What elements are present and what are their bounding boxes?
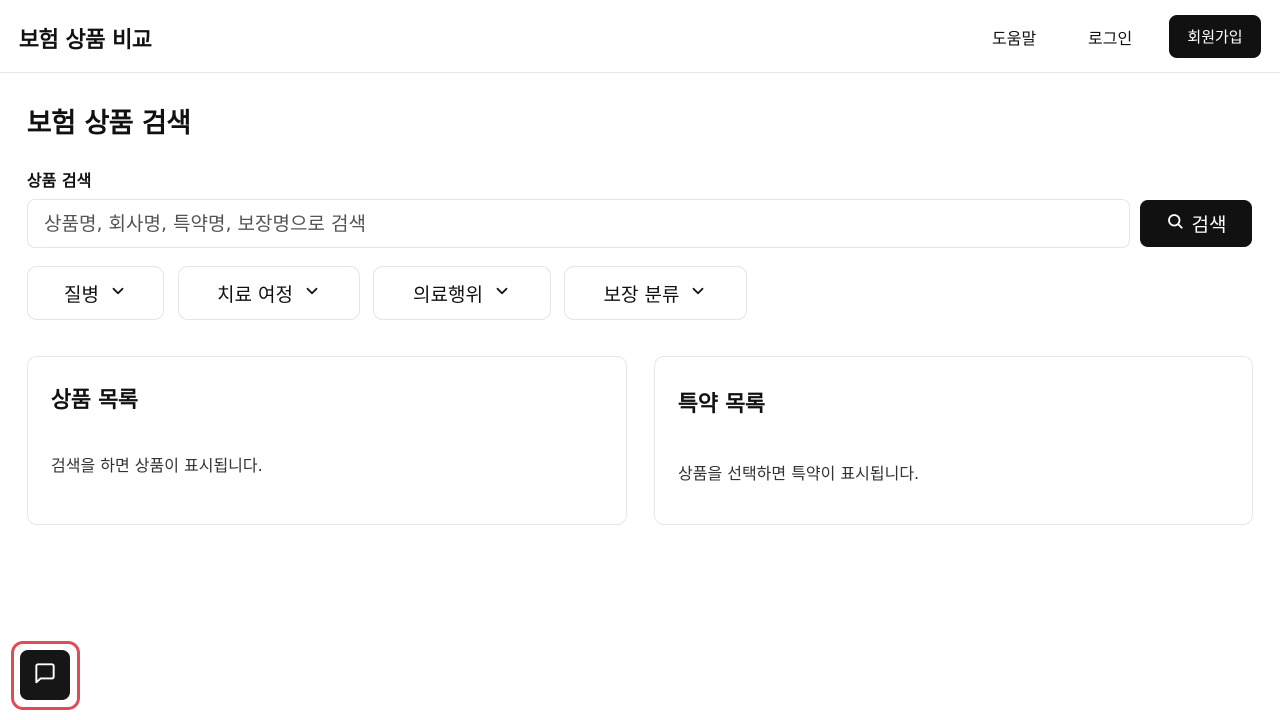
chat-bubble-icon <box>32 660 58 690</box>
filter-treatment-journey[interactable]: 치료 여정 <box>178 266 360 320</box>
chevron-down-icon <box>109 282 127 305</box>
search-label: 상품 검색 <box>27 171 92 190</box>
chat-button[interactable] <box>20 650 70 700</box>
filter-label: 질병 <box>64 283 99 306</box>
filter-label: 의료행위 <box>413 283 483 306</box>
rider-list-title: 특약 목록 <box>678 392 766 417</box>
chevron-down-icon <box>689 282 707 305</box>
filter-label: 치료 여정 <box>217 283 293 306</box>
rider-list-empty-text: 상품을 선택하면 특약이 표시됩니다. <box>678 464 920 483</box>
search-button[interactable]: 검색 <box>1140 200 1252 247</box>
filter-coverage-category[interactable]: 보장 분류 <box>564 266 747 320</box>
filter-medical-procedure[interactable]: 의료행위 <box>373 266 551 320</box>
help-link[interactable]: 도움말 <box>992 25 1036 49</box>
product-list-empty-text: 검색을 하면 상품이 표시됩니다. <box>51 456 263 475</box>
signup-button[interactable]: 회원가입 <box>1169 15 1261 58</box>
top-navigation-bar: 보험 상품 비교 도움말 로그인 회원가입 <box>0 0 1280 73</box>
filter-label: 보장 분류 <box>603 283 680 306</box>
product-list-card: 상품 목록 검색을 하면 상품이 표시됩니다. <box>27 356 627 525</box>
page-title: 보험 상품 검색 <box>27 108 191 139</box>
search-icon <box>1166 212 1184 235</box>
rider-list-card: 특약 목록 상품을 선택하면 특약이 표시됩니다. <box>654 356 1253 525</box>
brand-title[interactable]: 보험 상품 비교 <box>19 22 152 54</box>
chevron-down-icon <box>303 282 321 305</box>
product-list-title: 상품 목록 <box>51 388 139 413</box>
search-button-label: 검색 <box>1191 214 1227 236</box>
login-link[interactable]: 로그인 <box>1088 25 1132 49</box>
chevron-down-icon <box>493 282 511 305</box>
filter-disease[interactable]: 질병 <box>27 266 164 320</box>
search-input[interactable] <box>27 199 1130 248</box>
